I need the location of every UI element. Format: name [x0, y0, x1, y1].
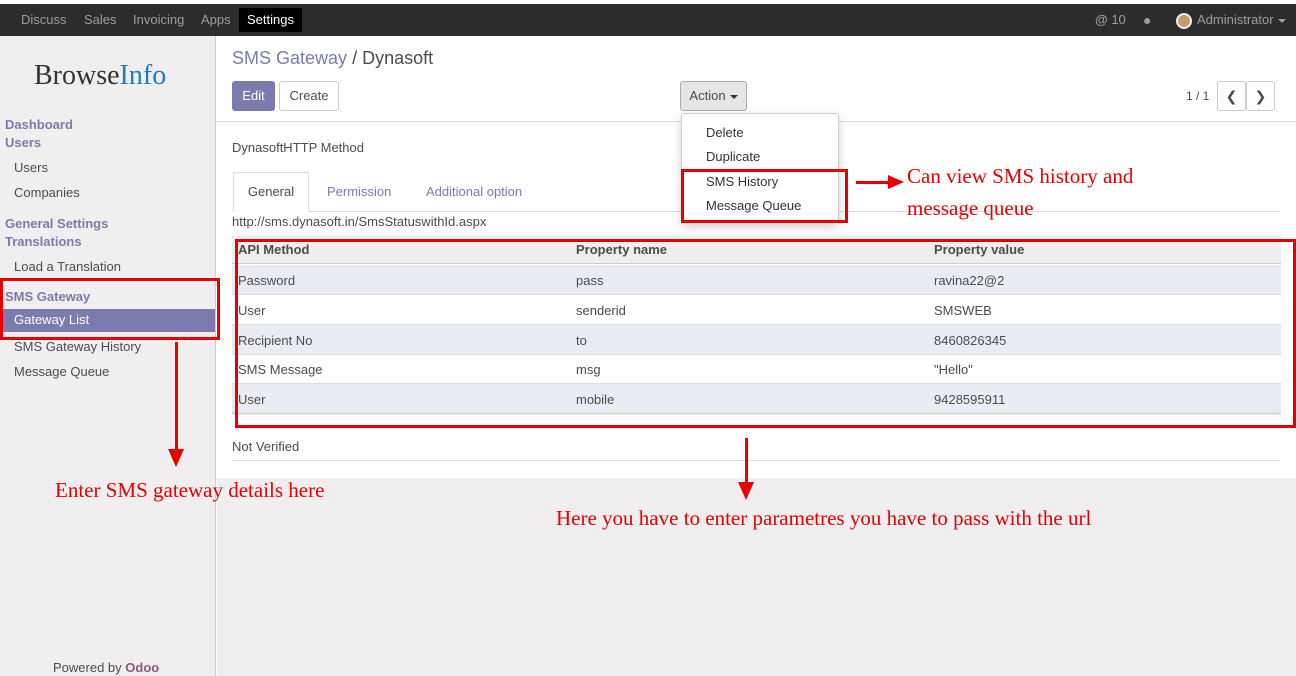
- nav-sales[interactable]: Sales: [84, 4, 117, 36]
- pager-previous-button[interactable]: ❮: [1217, 81, 1246, 111]
- sidebar-item-companies[interactable]: Companies: [14, 185, 80, 200]
- pager-value: 1 / 1: [1186, 89, 1210, 103]
- odoo-link[interactable]: Odoo: [125, 660, 159, 675]
- sidebar-head-dashboard[interactable]: Dashboard: [5, 117, 73, 132]
- notifications[interactable]: @ 10: [1095, 4, 1126, 36]
- annotation-params-note: Here you have to enter parametres you ha…: [556, 506, 1092, 530]
- at-icon: @: [1095, 12, 1108, 27]
- menu-item-duplicate[interactable]: Duplicate: [706, 149, 760, 164]
- chevron-down-icon: [1277, 18, 1286, 23]
- status-divider: [232, 460, 1280, 461]
- logo-text-info: Info: [119, 60, 167, 91]
- company-logo: BrowseInfo: [34, 60, 166, 92]
- verification-status: Not Verified: [232, 439, 300, 454]
- highlight-sidebar-gateway: [0, 278, 220, 340]
- sidebar: [0, 36, 216, 676]
- user-menu[interactable]: Administrator: [1197, 4, 1286, 36]
- annotation-history-line2: message queue: [907, 196, 1034, 220]
- highlight-parameters-table: [235, 239, 1296, 428]
- edit-button[interactable]: Edit: [232, 81, 275, 111]
- arrow-down-icon: [168, 449, 184, 467]
- breadcrumb-parent[interactable]: SMS Gateway: [232, 48, 347, 68]
- arrow-line-down-right: [745, 438, 748, 483]
- logo-text-browse: Browse: [34, 60, 120, 91]
- tab-permission[interactable]: Permission: [327, 184, 391, 199]
- annotation-gateway-note: Enter SMS gateway details here: [55, 478, 325, 502]
- tab-additional-option[interactable]: Additional option: [426, 184, 522, 199]
- sidebar-head-users[interactable]: Users: [5, 135, 41, 150]
- menu-item-delete[interactable]: Delete: [706, 125, 744, 140]
- breadcrumb-current: Dynasoft: [362, 48, 434, 68]
- breadcrumb-separator: /: [352, 48, 358, 68]
- arrow-right-icon: [888, 175, 904, 189]
- powered-by-label: Powered by: [53, 660, 122, 675]
- powered-by: Powered by Odoo: [53, 660, 159, 675]
- nav-invoicing[interactable]: Invoicing: [133, 4, 184, 36]
- action-button[interactable]: Action: [680, 81, 747, 111]
- sidebar-item-sms-gateway-history[interactable]: SMS Gateway History: [14, 339, 141, 354]
- arrow-line-right: [856, 181, 890, 184]
- annotation-history-line1: Can view SMS history and: [907, 164, 1134, 188]
- arrow-line-down-left: [175, 342, 178, 450]
- top-navbar: Discuss Sales Invoicing Apps Settings @ …: [0, 4, 1296, 36]
- action-label: Action: [689, 88, 726, 103]
- user-name: Administrator: [1197, 12, 1274, 27]
- nav-apps[interactable]: Apps: [201, 4, 231, 36]
- tab-general[interactable]: General: [233, 172, 309, 212]
- chevron-right-icon: ❯: [1254, 88, 1267, 104]
- record-title: DynasoftHTTP Method: [232, 140, 364, 155]
- gateway-url: http://sms.dynasoft.in/SmsStatuswithId.a…: [232, 214, 487, 229]
- notification-count: 10: [1111, 12, 1126, 27]
- chevron-left-icon: ❮: [1225, 88, 1238, 104]
- sidebar-item-load-translation[interactable]: Load a Translation: [14, 259, 121, 274]
- nav-settings[interactable]: Settings: [239, 8, 302, 32]
- create-button[interactable]: Create: [279, 81, 339, 111]
- nav-discuss[interactable]: Discuss: [21, 4, 67, 36]
- sidebar-head-general-settings[interactable]: General Settings: [5, 216, 108, 231]
- breadcrumb: SMS Gateway / Dynasoft: [232, 48, 433, 69]
- caret-down-icon: [729, 94, 738, 99]
- sidebar-head-translations[interactable]: Translations: [5, 234, 82, 249]
- chat-icon[interactable]: ●: [1143, 4, 1151, 36]
- user-avatar[interactable]: [1176, 13, 1192, 29]
- sidebar-item-users[interactable]: Users: [14, 160, 48, 175]
- arrow-down-icon: [738, 482, 754, 500]
- sidebar-item-message-queue[interactable]: Message Queue: [14, 364, 109, 379]
- pager-next-button[interactable]: ❯: [1246, 81, 1275, 111]
- highlight-menu-items: [681, 169, 848, 223]
